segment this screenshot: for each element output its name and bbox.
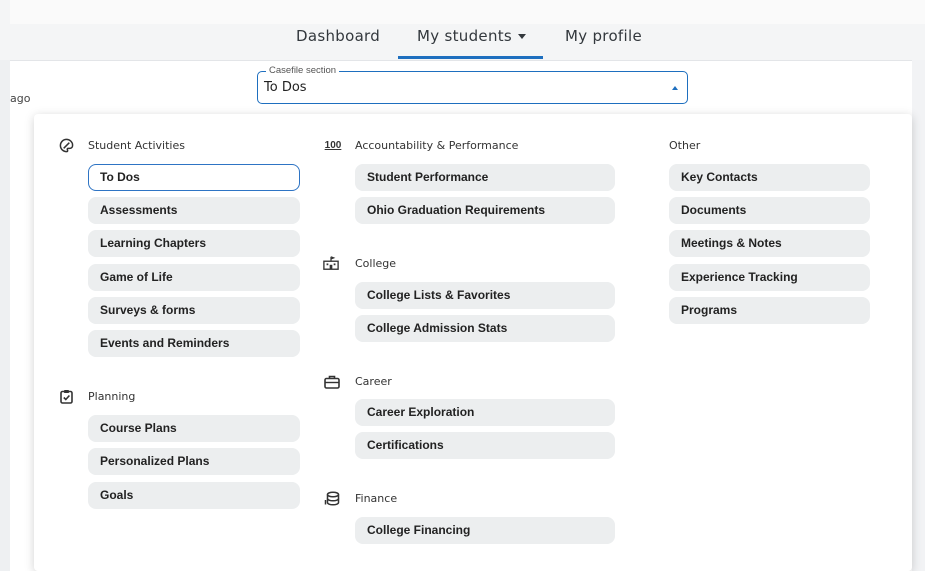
caret-up-icon xyxy=(672,86,678,90)
coins-icon xyxy=(324,491,340,507)
briefcase-icon xyxy=(324,374,340,390)
menu-item-game-of-life[interactable]: Game of Life xyxy=(88,264,300,291)
header-strip xyxy=(10,0,925,24)
menu-item-surveys-forms[interactable]: Surveys & forms xyxy=(88,297,300,324)
menu-item-course-plans[interactable]: Course Plans xyxy=(88,415,300,442)
menu-item-college-lists-favorites[interactable]: College Lists & Favorites xyxy=(355,282,615,309)
school-icon xyxy=(323,255,339,271)
menu-item-experience-tracking[interactable]: Experience Tracking xyxy=(669,264,870,291)
casefile-section-value: To Dos xyxy=(264,80,307,95)
group-title-career: Career xyxy=(355,375,392,388)
palette-icon xyxy=(58,137,74,153)
nav-my-profile[interactable]: My profile xyxy=(565,27,642,61)
menu-item-student-performance[interactable]: Student Performance xyxy=(355,164,615,191)
nav-dashboard-label: Dashboard xyxy=(296,27,381,45)
100-icon: 100 xyxy=(324,139,342,151)
background-strip-right xyxy=(912,60,925,571)
menu-item-goals[interactable]: Goals xyxy=(88,482,300,509)
background-text: ago xyxy=(10,92,31,105)
menu-item-to-dos[interactable]: To Dos xyxy=(88,164,300,191)
group-title-planning: Planning xyxy=(88,390,136,403)
menu-item-college-financing[interactable]: College Financing xyxy=(355,517,615,544)
active-tab-indicator xyxy=(398,56,543,59)
menu-item-assessments[interactable]: Assessments xyxy=(88,197,300,224)
group-title-student-activities: Student Activities xyxy=(88,139,185,152)
background-strip-left xyxy=(0,60,10,571)
menu-item-programs[interactable]: Programs xyxy=(669,297,870,324)
menu-item-ohio-graduation-requirements[interactable]: Ohio Graduation Requirements xyxy=(355,197,615,224)
group-title-other: Other xyxy=(669,139,701,152)
group-title-finance: Finance xyxy=(355,492,398,505)
menu-item-events-reminders[interactable]: Events and Reminders xyxy=(88,330,300,357)
menu-item-meetings-notes[interactable]: Meetings & Notes xyxy=(669,230,870,257)
casefile-section-label: Casefile section xyxy=(266,65,340,76)
menu-item-key-contacts[interactable]: Key Contacts xyxy=(669,164,870,191)
group-title-accountability: Accountability & Performance xyxy=(355,139,519,152)
top-nav-bar: Dashboard My students My profile xyxy=(0,0,925,61)
nav-dashboard[interactable]: Dashboard xyxy=(296,27,380,61)
caret-down-icon xyxy=(518,34,527,39)
menu-item-learning-chapters[interactable]: Learning Chapters xyxy=(88,230,300,257)
menu-item-college-admission-stats[interactable]: College Admission Stats xyxy=(355,315,615,342)
menu-item-documents[interactable]: Documents xyxy=(669,197,870,224)
clipboard-check-icon xyxy=(58,388,74,404)
nav-my-students-label: My students xyxy=(417,27,513,45)
menu-item-career-exploration[interactable]: Career Exploration xyxy=(355,399,615,426)
menu-item-personalized-plans[interactable]: Personalized Plans xyxy=(88,448,300,475)
menu-item-certifications[interactable]: Certifications xyxy=(355,432,615,459)
nav-my-profile-label: My profile xyxy=(565,27,642,45)
casefile-section-select[interactable]: Casefile section To Dos xyxy=(257,65,688,104)
casefile-section-menu: Student Activities To Dos Assessments Le… xyxy=(34,114,912,571)
group-title-college: College xyxy=(355,257,397,270)
